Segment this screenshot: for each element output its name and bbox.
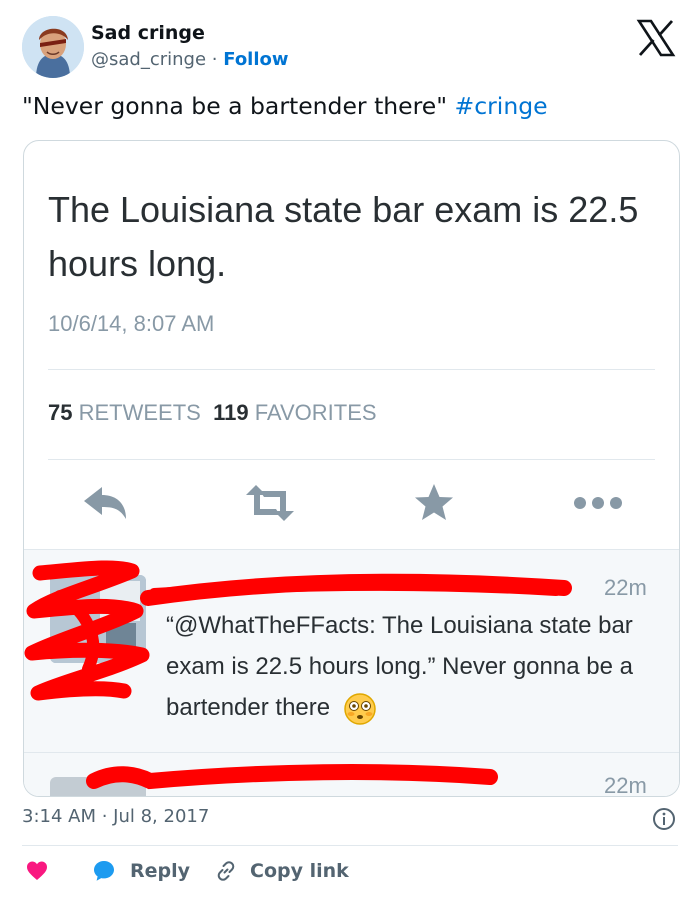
separator-dot: · [211,49,218,70]
avatar[interactable] [22,16,84,78]
author-handle-row: @sad_cringe · Follow [91,49,289,70]
reply-icon [84,487,126,519]
embedded-tweet-screenshot[interactable]: The Louisiana state bar exam is 22.5 hou… [23,140,680,797]
star-icon [415,484,453,520]
reply-text: “@WhatTheFFacts: The Louisiana state bar… [166,605,666,728]
more-icon [574,497,622,509]
second-reply-time: 22m [604,773,647,797]
reply-avatar [50,575,146,663]
author-name[interactable]: Sad cringe [91,22,205,44]
tweet-text: "Never gonna be a bartender there" #crin… [22,92,548,120]
retweet-icon [246,485,294,521]
screenshot-stats: 75 RETWEETS 119 FAVORITES [48,400,377,426]
second-reply-avatar [50,777,146,796]
reply-text-body: “@WhatTheFFacts: The Louisiana state bar… [166,612,633,721]
heart-icon[interactable] [26,860,48,882]
footer-divider [22,845,678,846]
screenshot-tweet-text: The Louisiana state bar exam is 22.5 hou… [48,189,639,284]
x-logo-icon[interactable] [636,18,676,58]
retweets-label: RETWEETS [78,400,201,425]
reply-time: 22m [604,575,647,600]
follow-button[interactable]: Follow [223,49,288,70]
favorites-count: 119 [213,400,249,425]
speech-bubble-icon [94,861,114,881]
divider [48,369,655,370]
tweet-timestamp[interactable]: 3:14 AM · Jul 8, 2017 [22,806,209,827]
author-handle[interactable]: @sad_cringe [91,49,206,70]
reply-button[interactable]: Reply [92,858,190,884]
hashtag-link[interactable]: #cringe [455,92,548,120]
flushed-face-emoji-icon [344,692,376,725]
screenshot-date: 10/6/14, 8:07 AM [48,311,215,336]
reply-label: Reply [130,860,191,882]
copy-link-label: Copy link [250,860,349,882]
info-icon[interactable] [652,807,676,831]
tweet-body: "Never gonna be a bartender there" [22,92,448,120]
tweet-card: Sad cringe @sad_cringe · Follow "Never g… [0,0,700,898]
retweets-count: 75 [48,400,73,425]
copy-link-button[interactable]: Copy link [214,858,349,884]
favorites-label: FAVORITES [254,400,377,425]
link-icon [217,861,235,881]
divider [48,459,655,460]
divider [24,752,679,753]
